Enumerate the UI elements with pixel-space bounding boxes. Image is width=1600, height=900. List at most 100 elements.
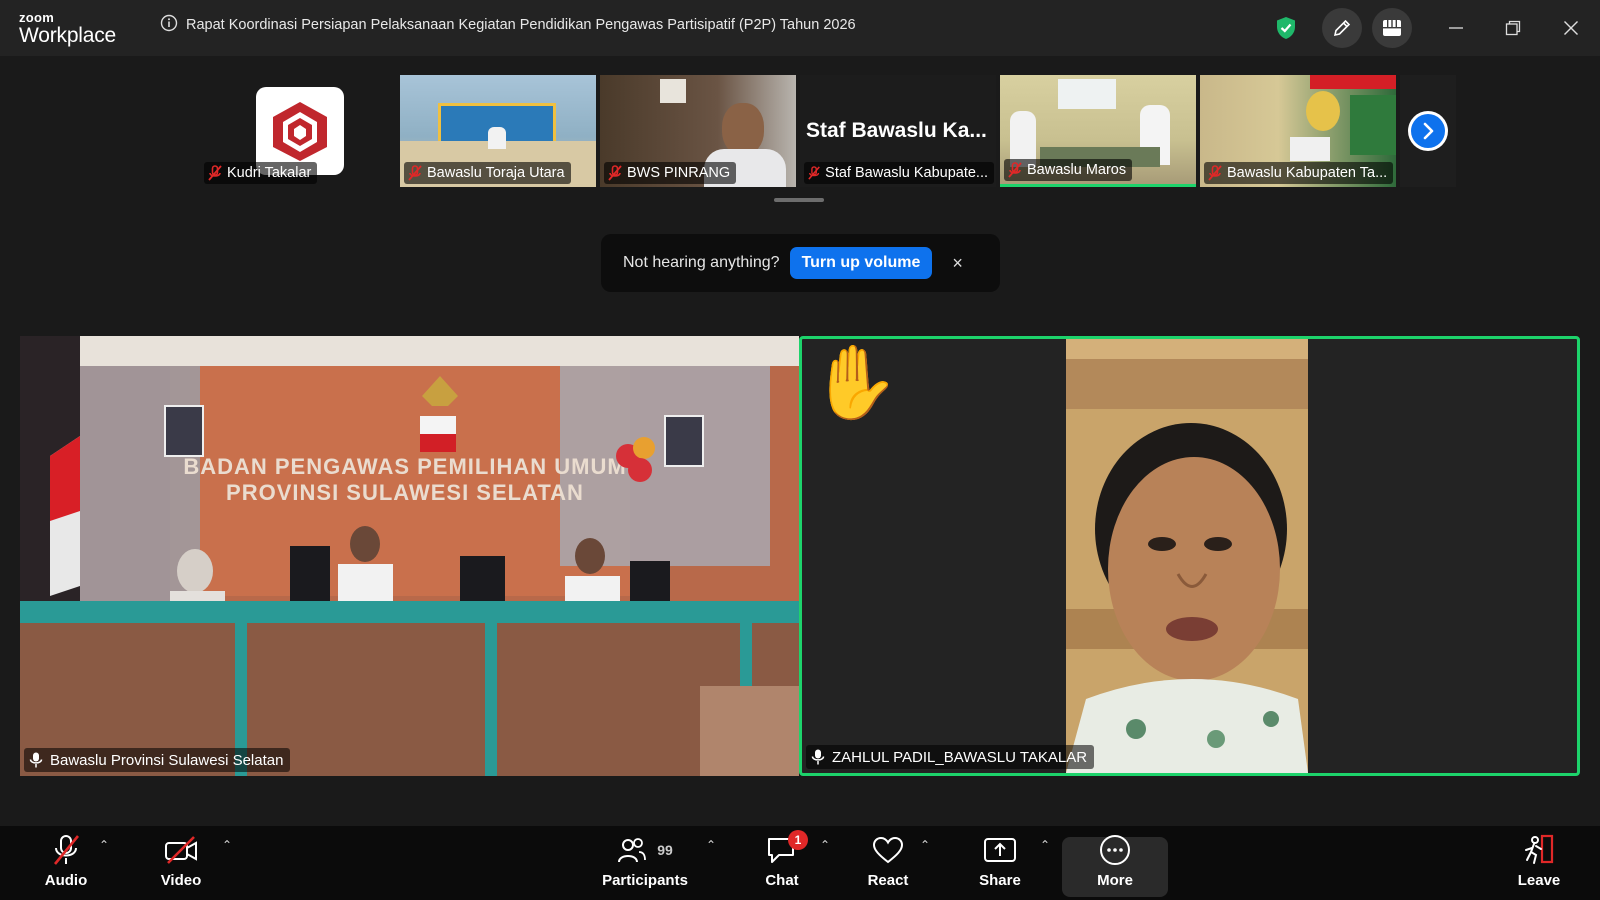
security-shield-icon[interactable] — [1266, 8, 1306, 48]
video-tile-left[interactable]: BADAN PENGAWAS PEMILIHAN UMUM PROVINSI S… — [20, 336, 799, 776]
video-scene — [1058, 79, 1116, 109]
thumbnail-tile[interactable]: Kudri Takalar — [200, 75, 396, 187]
muted-mic-icon — [1208, 165, 1222, 181]
share-button[interactable]: Share — [972, 826, 1028, 900]
chevron-right-icon — [1408, 111, 1448, 151]
pinned-speaker-icon — [811, 749, 825, 765]
leave-button[interactable]: Leave — [1511, 826, 1567, 900]
thumbnail-tile[interactable]: BWS PINRANG — [600, 75, 796, 187]
chat-unread-badge: 1 — [788, 830, 808, 850]
zoom-workplace-logo: zoom Workplace — [19, 11, 116, 48]
video-name-label: Bawaslu Provinsi Sulawesi Selatan — [24, 748, 291, 772]
muted-microphone-icon — [51, 830, 81, 870]
thumbnail-name: Kudri Takalar — [227, 165, 312, 181]
close-window-icon[interactable] — [1551, 8, 1591, 48]
next-page-button[interactable] — [1400, 75, 1456, 187]
thumbnail-name-label: Bawaslu Toraja Utara — [404, 162, 571, 184]
participants-icon-group: 99 — [617, 830, 673, 870]
meeting-toolbar: Audio ⌃ Video ⌃ 99 Participants ⌃ 1 Chat… — [0, 826, 1600, 900]
raised-hand-icon: ✋ — [810, 343, 900, 423]
video-scene — [1350, 95, 1396, 155]
participants-options-chevron-icon[interactable]: ⌃ — [706, 838, 716, 852]
thumbnail-display-name: Staf Bawaslu Ka... — [806, 119, 987, 142]
share-label: Share — [979, 872, 1021, 889]
audio-label: Audio — [44, 872, 88, 889]
thumbnail-name: Bawaslu Kabupaten Ta... — [1227, 165, 1388, 181]
heart-icon — [872, 830, 904, 870]
meeting-title: Rapat Koordinasi Persiapan Pelaksanaan K… — [160, 14, 856, 36]
video-participant-name: ZAHLUL PADIL_BAWASLU TAKALAR — [832, 748, 1088, 766]
react-options-chevron-icon[interactable]: ⌃ — [920, 838, 930, 852]
video-participant-name: Bawaslu Provinsi Sulawesi Selatan — [50, 751, 284, 769]
video-button[interactable]: Video — [153, 826, 209, 900]
participants-count: 99 — [657, 842, 673, 858]
participants-icon — [618, 838, 647, 863]
title-bar: zoom Workplace Rapat Koordinasi Persiapa… — [0, 0, 1600, 56]
thumbnail-scroll-indicator[interactable] — [774, 198, 824, 202]
thumbnail-name: Bawaslu Maros — [1027, 162, 1127, 178]
video-off-icon — [164, 830, 198, 870]
video-name-label: ZAHLUL PADIL_BAWASLU TAKALAR — [806, 745, 1095, 769]
audio-options-chevron-icon[interactable]: ⌃ — [99, 838, 109, 852]
thumbnail-name: Staf Bawaslu Kabupate... — [825, 165, 988, 181]
logo-workplace-text: Workplace — [19, 24, 117, 47]
video-scene — [1310, 75, 1396, 89]
muted-mic-icon — [608, 165, 622, 181]
turn-up-volume-button[interactable]: Turn up volume — [789, 247, 933, 279]
thumbnail-name-label: Kudri Takalar — [204, 162, 318, 184]
thumbnail-name-label: Bawaslu Kabupaten Ta... — [1204, 162, 1394, 184]
more-options-icon — [1099, 830, 1131, 870]
annotate-pencil-icon[interactable] — [1322, 8, 1362, 48]
chat-label: Chat — [765, 872, 799, 889]
audio-button[interactable]: Audio — [38, 826, 94, 900]
meeting-info-icon[interactable] — [160, 14, 178, 36]
thumbnail-name: BWS PINRANG — [627, 165, 731, 181]
video-label: Video — [160, 872, 202, 889]
participants-button[interactable]: 99 Participants — [600, 826, 690, 900]
chat-options-chevron-icon[interactable]: ⌃ — [820, 838, 830, 852]
audio-notification: Not hearing anything? Turn up volume × — [601, 234, 1000, 292]
video-options-chevron-icon[interactable]: ⌃ — [222, 838, 232, 852]
thumbnail-tile[interactable]: Bawaslu Toraja Utara — [400, 75, 596, 187]
conference-room-scene: BADAN PENGAWAS PEMILIHAN UMUM PROVINSI S… — [20, 336, 799, 776]
share-options-chevron-icon[interactable]: ⌃ — [1040, 838, 1050, 852]
pinned-speaker-icon — [29, 752, 43, 768]
close-notification-icon[interactable]: × — [952, 253, 963, 274]
leave-meeting-icon — [1522, 830, 1556, 870]
thumbnail-tile[interactable]: Bawaslu Maros — [1000, 75, 1196, 187]
meeting-title-text: Rapat Koordinasi Persiapan Pelaksanaan K… — [186, 17, 856, 33]
video-scene — [488, 127, 506, 149]
react-label: React — [867, 872, 909, 889]
view-layout-icon[interactable] — [1372, 8, 1412, 48]
video-tile-active-speaker[interactable]: ✋ ZAHLUL PADIL_BAWASLU TAKALAR — [799, 336, 1580, 776]
chat-icon: 1 — [766, 830, 808, 870]
participants-label: Participants — [602, 872, 688, 889]
thumbnail-name: Bawaslu Toraja Utara — [427, 165, 565, 181]
thumbnail-name-label: Staf Bawaslu Kabupate... — [804, 162, 994, 184]
thumbnail-tile[interactable]: Bawaslu Kabupaten Ta... — [1200, 75, 1396, 187]
more-button[interactable]: More — [1087, 826, 1143, 900]
video-scene — [660, 79, 686, 103]
room-banner-line1: BADAN PENGAWAS PEMILIHAN UMUM — [183, 454, 626, 479]
react-button[interactable]: React — [860, 826, 916, 900]
muted-mic-icon — [808, 166, 820, 180]
minimize-icon[interactable] — [1436, 8, 1476, 48]
thumbnail-name-label: Bawaslu Maros — [1004, 159, 1133, 181]
more-label: More — [1097, 872, 1133, 889]
muted-mic-icon — [1008, 162, 1022, 178]
notification-text: Not hearing anything? — [623, 254, 780, 271]
share-screen-icon — [983, 830, 1017, 870]
video-scene — [1290, 137, 1330, 161]
muted-mic-icon — [408, 165, 422, 181]
muted-mic-icon — [208, 165, 222, 181]
video-scene — [722, 103, 764, 155]
thumbnail-tile[interactable]: Staf Bawaslu Ka... Staf Bawaslu Kabupate… — [800, 75, 996, 187]
leave-label: Leave — [1517, 872, 1561, 889]
video-scene — [1306, 91, 1340, 131]
thumbnail-name-label: BWS PINRANG — [604, 162, 737, 184]
room-banner-line2: PROVINSI SULAWESI SELATAN — [226, 480, 584, 505]
speaker-camera-feed — [1066, 339, 1308, 773]
logo-zoom-text: zoom — [19, 10, 55, 25]
chat-button[interactable]: 1 Chat — [754, 826, 810, 900]
restore-window-icon[interactable] — [1493, 8, 1533, 48]
